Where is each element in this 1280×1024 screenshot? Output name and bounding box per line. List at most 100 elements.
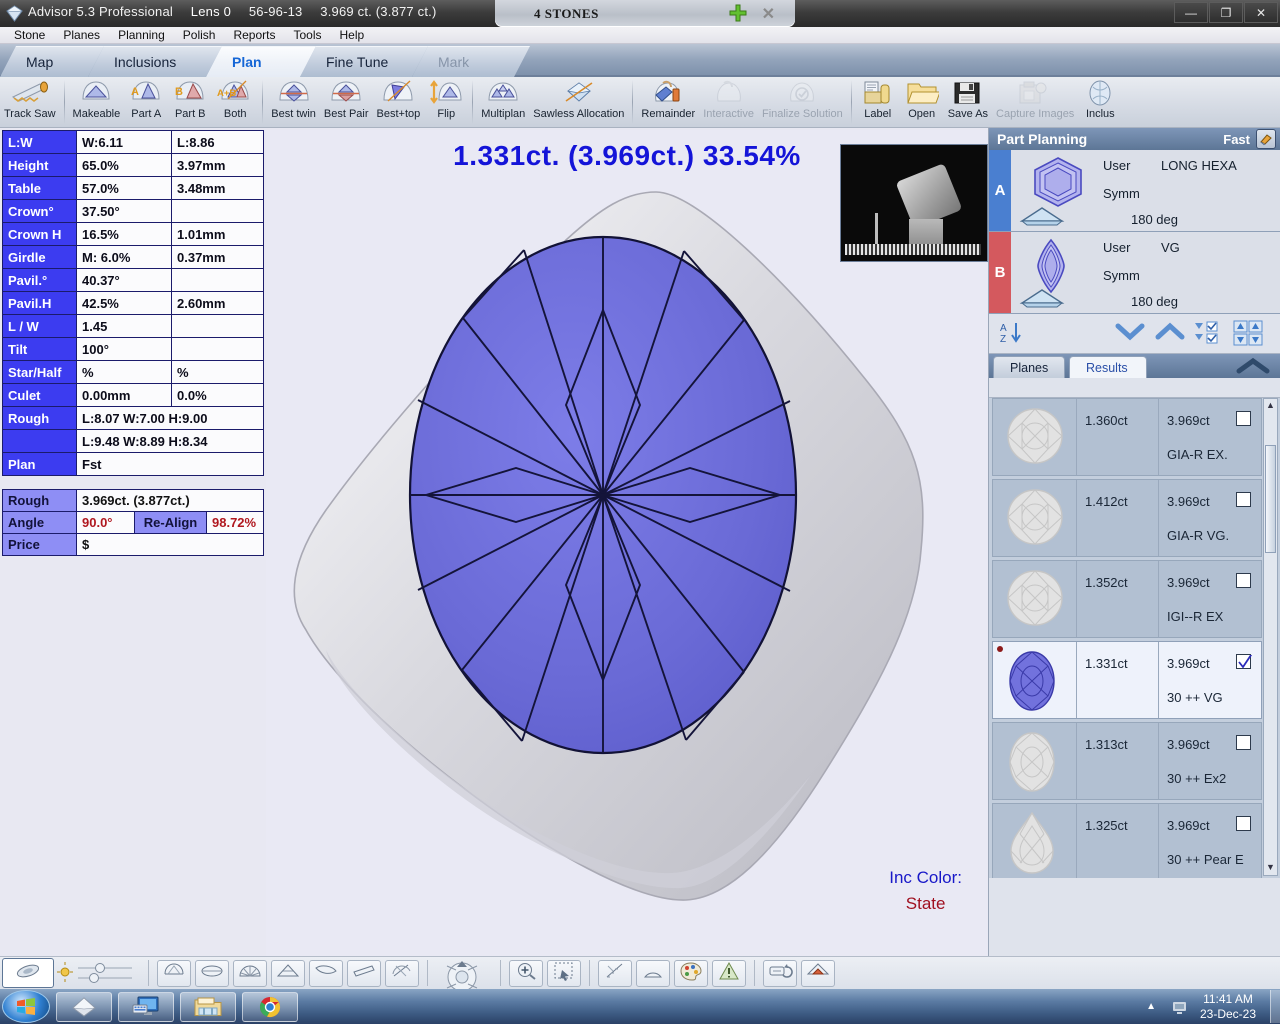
maximize-button[interactable]: ❐ — [1209, 2, 1243, 23]
result-row[interactable]: 1.412ct 3.969ct GIA-R VG. — [992, 479, 1262, 557]
view-button-pavilion-view[interactable] — [309, 959, 343, 987]
param-value-1[interactable]: 57.0% — [76, 176, 172, 200]
param-value-1[interactable]: 42.5% — [76, 291, 172, 315]
view-button-side-view[interactable] — [347, 959, 381, 987]
param-value-1[interactable]: W:6.11 — [76, 130, 172, 154]
menu-item-stone[interactable]: Stone — [6, 27, 55, 42]
toolbar-button-track-saw[interactable]: Track Saw — [0, 77, 60, 128]
check-list-icon[interactable] — [1193, 320, 1225, 346]
toolbar-button-flip[interactable]: Flip — [424, 77, 468, 128]
result-checkbox[interactable] — [1236, 573, 1251, 588]
taskbar-item-advisor[interactable] — [56, 991, 112, 1022]
toolbar-button-open[interactable]: Open — [900, 77, 944, 128]
param-value-1[interactable]: 40.37° — [76, 268, 172, 292]
part-planning-row-b[interactable]: B User VG Symm 180 deg — [989, 232, 1280, 314]
collapse-results-icon[interactable] — [1236, 357, 1270, 375]
results-scrollbar[interactable]: ▲ ▼ — [1263, 398, 1278, 876]
tab-map[interactable]: Map — [0, 46, 104, 77]
toolbar-button-part-a[interactable]: A Part A — [124, 77, 168, 128]
param-value-2[interactable] — [171, 337, 264, 361]
plan-value[interactable]: Fst — [76, 452, 264, 476]
brightness-slider-icon[interactable] — [56, 960, 142, 986]
result-checkbox[interactable] — [1236, 411, 1251, 426]
menu-item-tools[interactable]: Tools — [286, 27, 332, 42]
sort-az-icon[interactable]: A Z — [999, 320, 1027, 348]
toolbar-button-part-b[interactable]: B Part B — [168, 77, 212, 128]
close-document-icon[interactable]: ✕ — [762, 4, 775, 24]
view-button-measure[interactable] — [598, 959, 632, 987]
part-symm-degrees[interactable]: 180 deg — [1131, 294, 1178, 309]
result-checkbox[interactable] — [1236, 816, 1251, 831]
grid-arrows-icon[interactable] — [1233, 320, 1265, 346]
result-row[interactable]: 1.352ct 3.969ct IGI--R EX — [992, 560, 1262, 638]
toolbar-button-label[interactable]: Label — [856, 77, 900, 128]
tray-chevron-up-icon[interactable]: ▲ — [1146, 1001, 1156, 1012]
navigate-pad-icon[interactable] — [434, 960, 494, 992]
param-value-2[interactable]: 3.97mm — [171, 153, 264, 177]
taskbar-item-explorer[interactable] — [180, 991, 236, 1022]
result-row[interactable]: 1.313ct 3.969ct 30 ++ Ex2 — [992, 722, 1262, 800]
view-button-wire-model[interactable] — [157, 959, 191, 987]
toolbar-button-makeable[interactable]: Makeable — [69, 77, 125, 128]
param-value-2[interactable]: % — [171, 360, 264, 384]
tab-fine-tune[interactable]: Fine Tune — [300, 46, 428, 77]
toolbar-button-inclus[interactable]: Inclus — [1078, 77, 1122, 128]
param-value-2[interactable]: L:8.86 — [171, 130, 264, 154]
taskbar-item-chrome[interactable] — [242, 991, 298, 1022]
results-tab-results[interactable]: Results — [1069, 356, 1147, 378]
menu-item-planes[interactable]: Planes — [55, 27, 110, 42]
part-planning-row-a[interactable]: A User LONG HEXA Symm 180 deg — [989, 150, 1280, 232]
toolbar-button-remainder[interactable]: Remainder — [637, 77, 699, 128]
part-user-value[interactable]: LONG HEXA — [1161, 158, 1237, 173]
menu-item-polish[interactable]: Polish — [175, 27, 226, 42]
pavilion-profile-icon[interactable] — [1019, 288, 1065, 310]
result-row[interactable]: 1.331ct 3.969ct 30 ++ VG — [992, 641, 1262, 719]
windows-start-icon[interactable] — [2, 990, 50, 1023]
camera-preview[interactable] — [840, 144, 988, 262]
view-button-crown-view[interactable] — [271, 959, 305, 987]
param-value-1[interactable]: 0.00mm — [76, 383, 172, 407]
toolbar-button-best-twin[interactable]: Best twin — [267, 77, 320, 128]
view-button-lens-view[interactable] — [2, 958, 54, 988]
result-row[interactable]: 1.360ct 3.969ct GIA-R EX. — [992, 398, 1262, 476]
param-value-2[interactable] — [171, 199, 264, 223]
param-value-2[interactable]: 2.60mm — [171, 291, 264, 315]
param-value-1[interactable]: 100° — [76, 337, 172, 361]
minimize-button[interactable]: — — [1174, 2, 1208, 23]
view-button-select-region[interactable] — [547, 959, 581, 987]
param-value-1[interactable]: 16.5% — [76, 222, 172, 246]
document-tab[interactable]: 4 STONES ✕ — [495, 0, 795, 27]
scrollbar-thumb[interactable] — [1265, 445, 1276, 553]
param-value-1[interactable]: 65.0% — [76, 153, 172, 177]
chevron-up-icon[interactable] — [1155, 320, 1185, 344]
param-value-2[interactable] — [171, 314, 264, 338]
toolbar-button-both[interactable]: A+B Both — [212, 77, 258, 128]
menu-item-planning[interactable]: Planning — [110, 27, 175, 42]
view-button-cut-view[interactable] — [385, 959, 419, 987]
part-symm-degrees[interactable]: 180 deg — [1131, 212, 1178, 227]
scroll-down-icon[interactable]: ▼ — [1265, 862, 1276, 874]
param-value-1[interactable]: % — [76, 360, 172, 384]
taskbar-item-display[interactable] — [118, 991, 174, 1022]
tab-inclusions[interactable]: Inclusions — [88, 46, 222, 77]
param-value-1[interactable]: 1.45 — [76, 314, 172, 338]
result-row[interactable]: 1.325ct 3.969ct 30 ++ Pear E — [992, 803, 1262, 878]
toolbar-button-best-pair[interactable]: Best Pair — [320, 77, 373, 128]
param-value-2[interactable] — [171, 268, 264, 292]
show-desktop-button[interactable] — [1270, 990, 1280, 1023]
result-checkbox[interactable] — [1236, 654, 1252, 669]
eraser-icon[interactable] — [1256, 129, 1276, 149]
add-document-icon[interactable] — [728, 3, 748, 23]
marquise-gem-icon[interactable] — [1031, 238, 1085, 294]
part-user-value[interactable]: VG — [1161, 240, 1180, 255]
view-button-palette[interactable] — [674, 959, 708, 987]
network-icon[interactable] — [1170, 998, 1190, 1016]
result-checkbox[interactable] — [1236, 735, 1251, 750]
view-button-home-view[interactable] — [801, 959, 835, 987]
toolbar-button-sawless-allocation[interactable]: Sawless Allocation — [529, 77, 628, 128]
view-button-shape[interactable] — [636, 959, 670, 987]
view-button-girdle-view[interactable] — [195, 959, 229, 987]
tab-mark[interactable]: Mark — [412, 46, 530, 77]
chevron-down-icon[interactable] — [1115, 320, 1145, 344]
results-tab-planes[interactable]: Planes — [993, 356, 1065, 378]
